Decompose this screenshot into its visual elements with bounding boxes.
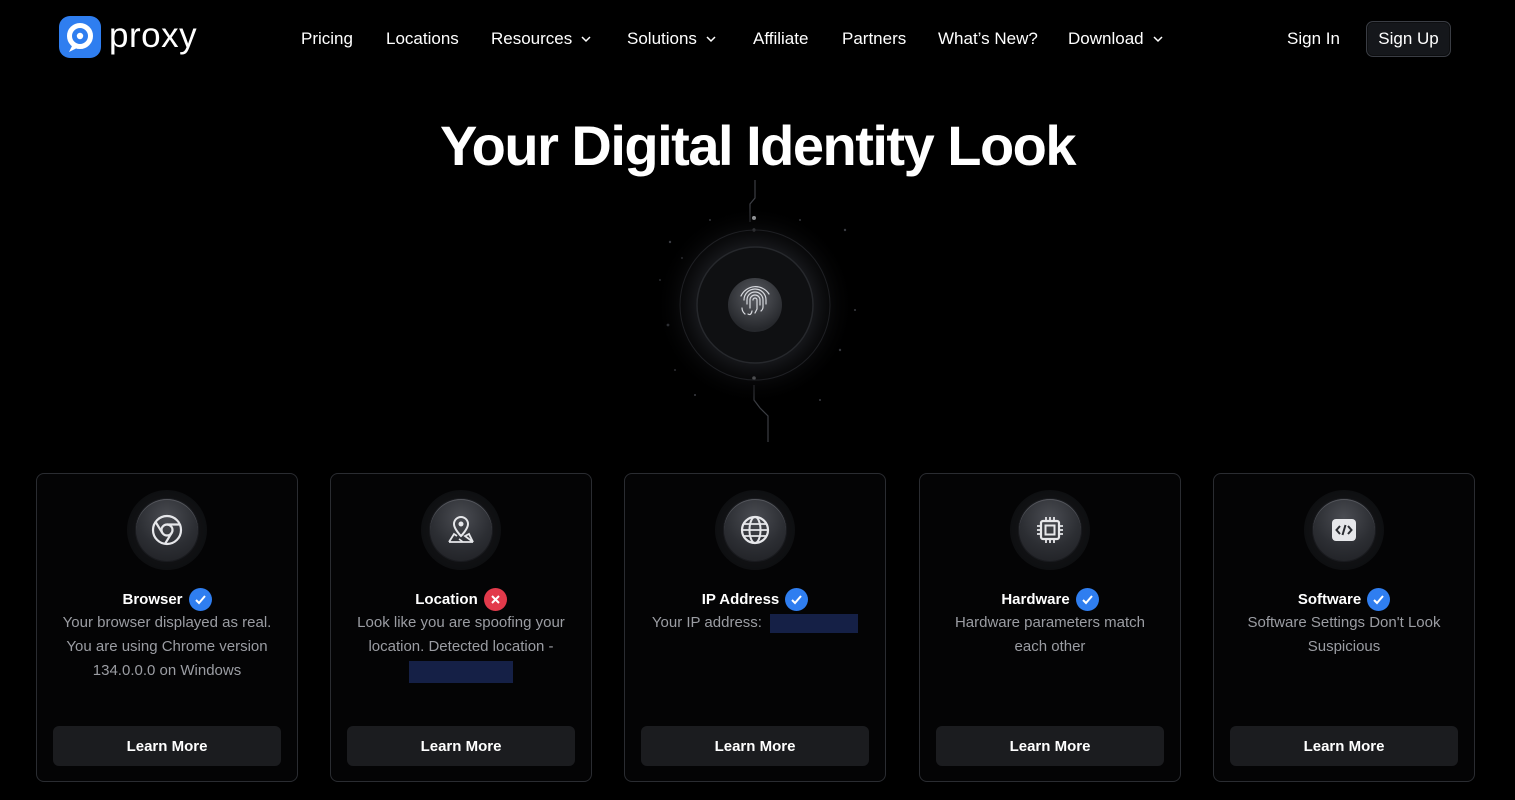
- sign-up-button[interactable]: Sign Up: [1366, 21, 1451, 57]
- redacted-ip: [770, 613, 859, 633]
- card-description: Look like you are spoofing your location…: [357, 614, 565, 655]
- chip-icon: [1019, 499, 1081, 561]
- learn-more-button[interactable]: Learn More: [936, 726, 1164, 766]
- map-pin-icon: [430, 499, 492, 561]
- nav-item-affiliate[interactable]: Affiliate: [753, 28, 808, 50]
- card-description: Software Settings Don't Look Suspicious: [1247, 614, 1441, 655]
- card-title: Hardware: [1001, 590, 1070, 608]
- icon-frame: [1304, 490, 1384, 570]
- check-icon: [188, 587, 212, 611]
- chevron-down-icon: [581, 36, 591, 43]
- top-navigation: proxy Pricing Locations Resources Soluti…: [0, 0, 1515, 78]
- check-icon: [1075, 587, 1099, 611]
- identity-checks: Browser Your browser displayed as real. …: [0, 473, 1515, 783]
- icon-frame: [127, 490, 207, 570]
- chevron-down-icon: [706, 36, 716, 43]
- code-icon: [1313, 499, 1375, 561]
- nav-item-whats-new[interactable]: What’s New?: [938, 28, 1038, 50]
- ip-address-check-card: IP Address Your IP address: Learn More: [624, 473, 886, 782]
- nav-item-resources[interactable]: Resources: [491, 28, 592, 50]
- learn-more-button[interactable]: Learn More: [641, 726, 869, 766]
- icon-frame: [421, 490, 501, 570]
- globe-icon: [724, 499, 786, 561]
- nav-item-pricing[interactable]: Pricing: [301, 28, 353, 50]
- check-icon: [785, 587, 809, 611]
- icon-frame: [1010, 490, 1090, 570]
- brand-name: proxy: [109, 15, 198, 55]
- learn-more-button[interactable]: Learn More: [347, 726, 575, 766]
- card-description-container: Your IP address:: [637, 611, 873, 635]
- card-title: IP Address: [701, 590, 780, 608]
- icon-frame: [715, 490, 795, 570]
- card-title: Software: [1297, 590, 1362, 608]
- sign-in-link[interactable]: Sign In: [1287, 28, 1340, 50]
- redacted-location: [409, 661, 513, 684]
- proxy-logo-icon: [59, 16, 101, 58]
- page-title: Your Digital Identity Look: [439, 114, 1077, 177]
- software-check-card: Software Software Settings Don't Look Su…: [1213, 473, 1475, 782]
- card-description: Your browser displayed as real. You are …: [62, 614, 272, 679]
- location-check-card: Location Look like you are spoofing your…: [330, 473, 592, 782]
- nav-item-solutions[interactable]: Solutions: [627, 28, 717, 50]
- card-description-container: Look like you are spoofing your location…: [343, 611, 579, 684]
- check-icon: [1367, 587, 1391, 611]
- learn-more-button[interactable]: Learn More: [1230, 726, 1458, 766]
- hardware-check-card: Hardware Hardware parameters match each …: [919, 473, 1181, 782]
- card-description: Hardware parameters match each other: [954, 614, 1146, 655]
- card-description: Your IP address:: [651, 614, 762, 631]
- browser-check-card: Browser Your browser displayed as real. …: [36, 473, 298, 782]
- card-title: Browser: [122, 590, 183, 608]
- chrome-icon: [136, 499, 198, 561]
- nav-item-partners[interactable]: Partners: [842, 28, 906, 50]
- card-title: Location: [415, 590, 478, 608]
- identity-scan-graphic: [640, 180, 870, 460]
- logo[interactable]: proxy: [59, 15, 197, 59]
- chevron-down-icon: [1153, 36, 1163, 43]
- learn-more-button[interactable]: Learn More: [53, 726, 281, 766]
- error-x-icon: [483, 587, 507, 611]
- nav-item-download[interactable]: Download: [1068, 28, 1164, 50]
- nav-item-locations[interactable]: Locations: [386, 28, 459, 50]
